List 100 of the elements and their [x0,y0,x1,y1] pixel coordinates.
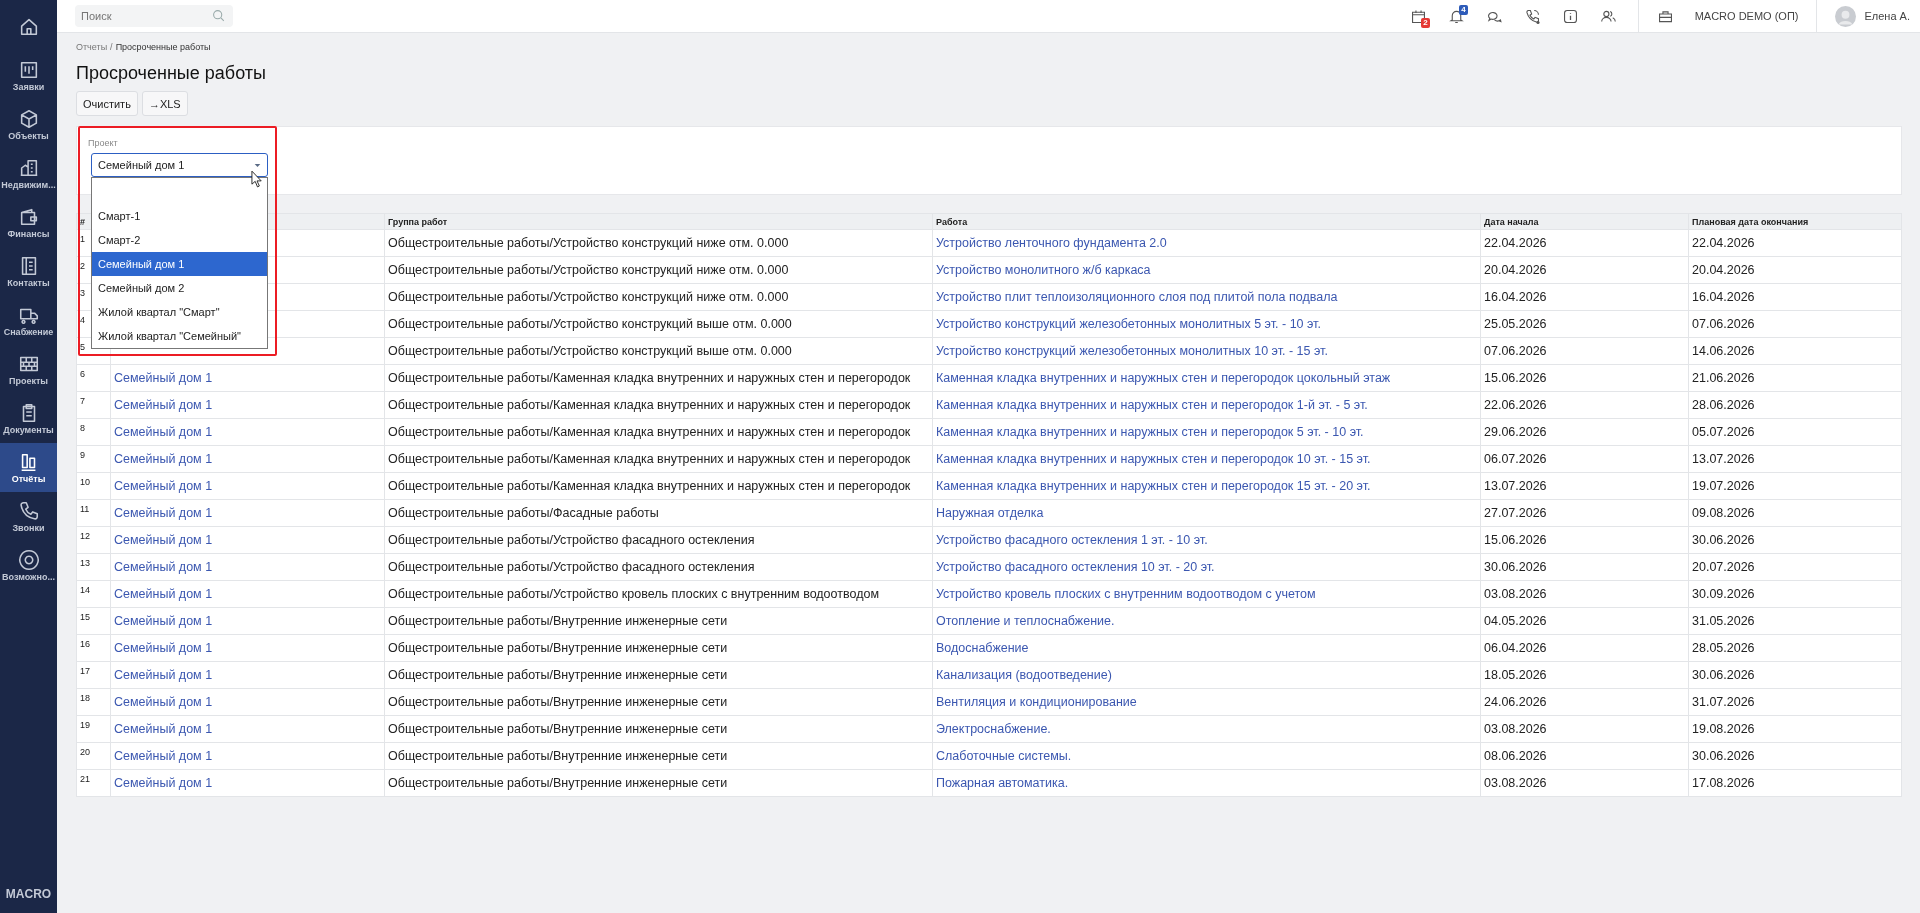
dropdown-option[interactable]: Семейный дом 2 [92,276,267,300]
row-number: 21 [80,774,90,784]
sidebar-item[interactable]: Проекты [0,345,57,394]
sidebar-item[interactable]: Контакты [0,247,57,296]
sidebar-item[interactable]: Снабжение [0,296,57,345]
project-link[interactable]: Семейный дом 1 [114,614,213,628]
table-cell: Общестроительные работы/Устройство конструкций ниже отм. 0.000 [388,236,789,250]
row-number: 18 [80,693,90,703]
dropdown-option[interactable]: Жилой квартал "Семейный" [92,324,267,348]
work-link[interactable]: Вентиляция и кондиционирование [936,695,1137,709]
table-cell: 25.05.2026 [1484,317,1547,331]
table-cell: 22.06.2026 [1484,398,1547,412]
sidebar-item[interactable]: Недвижим... [0,149,57,198]
row-number: 2 [80,261,85,271]
dropdown-option[interactable]: Смарт-1 [92,204,267,228]
project-link[interactable]: Семейный дом 1 [114,749,213,763]
user-name[interactable]: Елена А. [1864,10,1910,22]
table-cell: Общестроительные работы/Устройство конструкций ниже отм. 0.000 [388,290,789,304]
table-cell: 05.07.2026 [1692,425,1755,439]
dropdown-option[interactable]: Семейный дом 1 [92,252,267,276]
dropdown-option[interactable]: Жилой квартал "Смарт" [92,300,267,324]
project-link[interactable]: Семейный дом 1 [114,506,213,520]
project-link[interactable]: Семейный дом 1 [114,398,213,412]
work-link[interactable]: Водоснабжение [936,641,1029,655]
project-link[interactable]: Семейный дом 1 [114,371,213,385]
work-link[interactable]: Отопление и теплоснабжение. [936,614,1115,628]
project-link[interactable]: Семейный дом 1 [114,479,213,493]
row-number: 16 [80,639,90,649]
table-cell: 28.06.2026 [1692,398,1755,412]
table-cell: 15.06.2026 [1484,533,1547,547]
sidebar-item[interactable]: Документы [0,394,57,443]
row-number: 20 [80,747,90,757]
table-cell: 30.06.2026 [1692,533,1755,547]
table-cell: Общестроительные работы/Каменная кладка внутренних и наружных стен и перегородок [388,398,911,412]
table-cell: 08.06.2026 [1484,749,1547,763]
row-number: 5 [80,342,85,352]
row-number: 8 [80,423,85,433]
breadcrumb-current: Просроченные работы [115,42,211,52]
breadcrumb-link[interactable]: Отчеты [76,42,108,52]
info-icon[interactable] [1561,7,1579,25]
row-number: 1 [80,234,85,244]
table-cell: 31.05.2026 [1692,614,1755,628]
table-cell: Общестроительные работы/Внутренние инженерные сети [388,641,728,655]
work-link[interactable]: Канализация (водоотведение) [936,668,1112,682]
table-cell: 22.04.2026 [1692,236,1755,250]
table-cell: Общестроительные работы/Каменная кладка внутренних и наружных стен и перегородок [388,425,911,439]
table-cell: 20.04.2026 [1692,263,1755,277]
export-button[interactable]: →XLS [141,91,188,116]
project-link[interactable]: Семейный дом 1 [114,560,213,574]
table-cell: Общестроительные работы/Устройство конструкций выше отм. 0.000 [388,317,792,331]
sidebar-item[interactable]: Объекты [0,100,57,149]
table-cell: Общестроительные работы/Внутренние инженерные сети [388,668,728,682]
row-number: 19 [80,720,90,730]
table-cell: 22.04.2026 [1484,236,1547,250]
row-number: 13 [80,558,90,568]
table-cell: 30.06.2026 [1692,749,1755,763]
work-link[interactable]: Пожарная автоматика. [936,776,1069,790]
project-link[interactable]: Семейный дом 1 [114,776,213,790]
project-link[interactable]: Семейный дом 1 [114,533,213,547]
work-link[interactable]: Наружная отделка [936,506,1044,520]
sidebar-item[interactable]: Отчёты [0,443,57,492]
row-number: 4 [80,315,85,325]
dropdown-option[interactable]: Смарт-2 [92,228,267,252]
table-cell: 03.08.2026 [1484,776,1547,790]
table-cell: Общестроительные работы/Устройство фасадного остекления [388,533,755,547]
row-number: 9 [80,450,85,460]
project-link[interactable]: Семейный дом 1 [114,587,213,601]
column-header: Работа [936,216,968,227]
field-label: Проект [88,138,118,148]
table-cell: 16.04.2026 [1692,290,1755,304]
table-cell: 17.08.2026 [1692,776,1755,790]
table-cell: 30.06.2026 [1692,668,1755,682]
phone-icon[interactable] [1523,7,1541,25]
table-cell: 16.04.2026 [1484,290,1547,304]
sidebar-item[interactable]: Звонки [0,492,57,541]
table-cell: 15.06.2026 [1484,371,1547,385]
search-field[interactable]: Поиск [75,5,233,27]
row-number: 6 [80,369,85,379]
row-number: 12 [80,531,90,541]
sidebar-item[interactable]: Финансы [0,198,57,247]
work-link[interactable]: Устройство монолитного ж/б каркаса [936,263,1151,277]
row-number: 17 [80,666,90,676]
work-link[interactable]: Электроснабжение. [936,722,1051,736]
project-link[interactable]: Семейный дом 1 [114,722,213,736]
table-cell: Общестроительные работы/Устройство фасадного остекления [388,560,755,574]
project-link[interactable]: Семейный дом 1 [114,452,213,466]
table-cell: 31.07.2026 [1692,695,1755,709]
project-link[interactable]: Семейный дом 1 [114,641,213,655]
project-link[interactable]: Семейный дом 1 [114,425,213,439]
company-name[interactable]: MACRO DEMO (ОП) [1694,10,1799,22]
project-select[interactable]: Семейный дом 1 [91,153,268,177]
row-number: 15 [80,612,90,622]
work-link[interactable]: Слаботочные системы. [936,749,1072,763]
sidebar-item[interactable]: Заявки [0,51,57,100]
project-link[interactable]: Семейный дом 1 [114,695,213,709]
phone-icon [17,500,40,522]
project-link[interactable]: Семейный дом 1 [114,668,213,682]
clear-button[interactable]: Очистить [76,91,138,116]
sidebar-item[interactable]: Возможно... [0,541,57,590]
column-header: Плановая дата окончания [1692,216,1809,227]
